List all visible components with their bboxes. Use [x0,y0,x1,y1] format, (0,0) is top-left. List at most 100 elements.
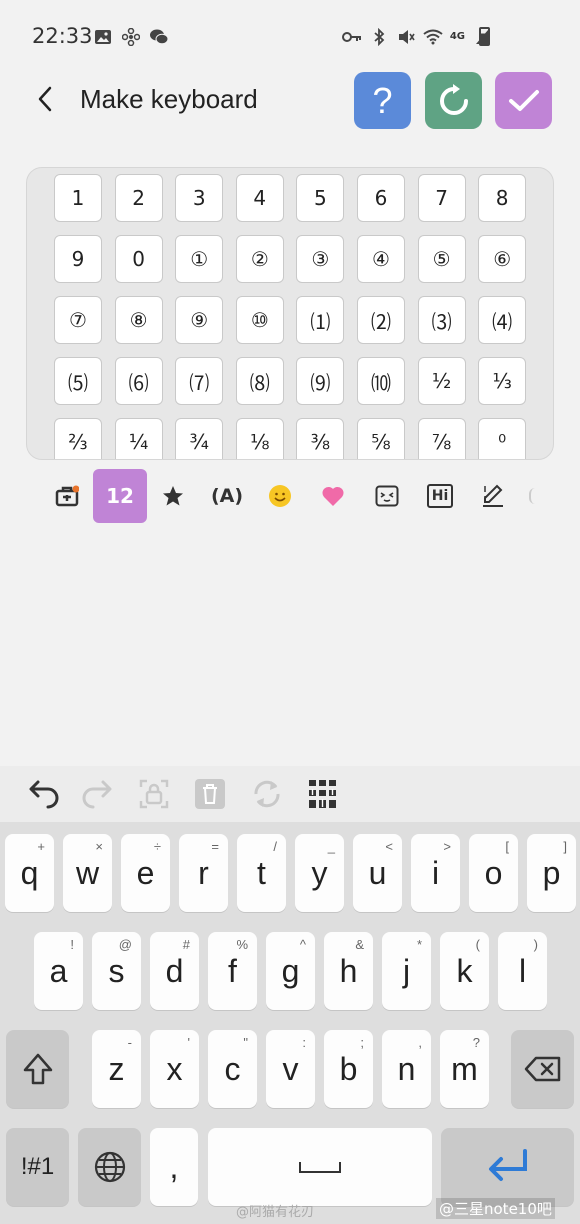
key-g[interactable]: ^ g [266,932,315,1010]
trash-icon [195,779,225,809]
category-favorites-tab[interactable] [40,469,94,523]
enter-key[interactable] [441,1128,574,1206]
symbol-key[interactable]: ⑥ [478,235,527,283]
category-heart-tab[interactable] [306,469,360,523]
symbol-key[interactable]: 9 [54,235,102,283]
symbol-key[interactable]: ② [235,235,284,283]
category-numbers-tab[interactable]: 12 [93,469,147,523]
key-d[interactable]: # d [150,932,199,1010]
symbols-key[interactable]: !#1 [6,1128,69,1206]
key-secondary-label: - [127,1035,132,1050]
symbol-key[interactable]: ⑷ [478,296,527,344]
symbol-key[interactable]: ⁰ [478,418,527,459]
redo-button[interactable] [81,777,115,811]
symbol-key[interactable]: ⑽ [356,357,405,405]
key-l[interactable]: ) l [498,932,547,1010]
symbol-key[interactable]: ⑴ [296,296,345,344]
back-icon[interactable] [30,84,60,114]
category-text-tab[interactable]: Hi [413,469,467,523]
key-o[interactable]: [o [469,834,518,912]
symbol-key[interactable]: ⅜ [296,418,345,459]
backspace-key[interactable] [511,1030,574,1108]
key-a[interactable]: ! a [34,932,83,1010]
key-q[interactable]: + q [5,834,54,912]
undo-button[interactable] [26,777,60,811]
key-e[interactable]: ÷ e [121,834,170,912]
category-circled-letters-tab[interactable]: (A) [200,469,254,523]
symbol-key[interactable]: ⑩ [235,296,284,344]
symbol-key[interactable]: 8 [478,174,527,222]
key-j[interactable]: * j [382,932,431,1010]
category-more-tab[interactable] [520,469,544,523]
symbol-key[interactable]: ⑤ [417,235,466,283]
symbol-key[interactable]: 5 [296,174,345,222]
symbol-key[interactable]: ④ [356,235,405,283]
symbol-key[interactable]: ½ [417,357,466,405]
delete-button[interactable] [193,777,227,811]
symbol-key[interactable]: 0 [114,235,163,283]
symbol-key[interactable]: ⅝ [356,418,405,459]
key-secondary-label: < [385,839,393,854]
symbol-key[interactable]: ¼ [114,418,163,459]
comma-key[interactable]: , [150,1128,198,1206]
key-x[interactable]: ' x [150,1030,199,1108]
key-v[interactable]: :v [266,1030,315,1108]
symbol-key[interactable]: ⑸ [54,357,102,405]
category-star-tab[interactable] [146,469,200,523]
category-bar: 12 (A) Hi [40,469,560,523]
key-y[interactable]: _ y [295,834,344,912]
symbol-key[interactable]: ⑦ [54,296,102,344]
key-s[interactable]: @ s [92,932,141,1010]
symbol-key[interactable]: 3 [175,174,224,222]
lock-button[interactable] [137,777,171,811]
key-c[interactable]: " c [208,1030,257,1108]
key-r[interactable]: = r [179,834,228,912]
key-secondary-label: ] [563,839,567,854]
symbol-key[interactable]: ⑹ [114,357,163,405]
symbol-key[interactable]: 4 [235,174,284,222]
symbol-key[interactable]: ⑻ [235,357,284,405]
symbol-key[interactable]: ⅞ [417,418,466,459]
symbol-key[interactable]: 6 [356,174,405,222]
help-button[interactable]: ? [354,72,411,129]
symbol-key[interactable]: 1 [54,174,102,222]
symbol-key[interactable]: ① [175,235,224,283]
layout-button[interactable] [306,777,340,811]
symbol-grid: 12345678 90①②③④⑤⑥ ⑦⑧⑨⑩⑴⑵⑶⑷ ⑸⑹⑺⑻⑼⑽½⅓ ⅔¼¾⅛⅜⅝⅞⁰ [54,174,527,459]
category-emoji-tab[interactable] [253,469,307,523]
symbol-key[interactable]: ⑧ [114,296,163,344]
symbol-key[interactable]: 7 [417,174,466,222]
key-m[interactable]: ? m [440,1030,489,1108]
symbol-key[interactable]: ⑼ [296,357,345,405]
key-u[interactable]: < u [353,834,402,912]
done-button[interactable] [495,72,552,129]
wifi-icon [423,27,443,47]
symbol-key[interactable]: ⅓ [478,357,527,405]
key-b[interactable]: ; b [324,1030,373,1108]
space-key[interactable] [208,1128,432,1206]
key-t[interactable]: / t [237,834,286,912]
category-kaomoji-tab[interactable] [360,469,414,523]
key-k[interactable]: (k [440,932,489,1010]
symbol-key[interactable]: 2 [114,174,163,222]
key-w[interactable]: × w [63,834,112,912]
symbol-key[interactable]: ⑺ [175,357,224,405]
symbol-key[interactable]: ⑵ [356,296,405,344]
symbol-key[interactable]: ⅔ [54,418,102,459]
category-edit-tab[interactable] [466,469,520,523]
reload-button[interactable] [250,777,284,811]
key-i[interactable]: > i [411,834,460,912]
key-h[interactable]: & h [324,932,373,1010]
symbol-key[interactable]: ⑶ [417,296,466,344]
shift-key[interactable] [6,1030,69,1108]
key-z[interactable]: -z [92,1030,141,1108]
symbol-key[interactable]: ¾ [175,418,224,459]
symbol-key[interactable]: ⅛ [235,418,284,459]
symbol-key[interactable]: ③ [296,235,345,283]
reset-button[interactable] [425,72,482,129]
symbol-key[interactable]: ⑨ [175,296,224,344]
key-p[interactable]: ] p [527,834,576,912]
key-f[interactable]: % f [208,932,257,1010]
language-key[interactable] [78,1128,141,1206]
key-n[interactable]: ,n [382,1030,431,1108]
